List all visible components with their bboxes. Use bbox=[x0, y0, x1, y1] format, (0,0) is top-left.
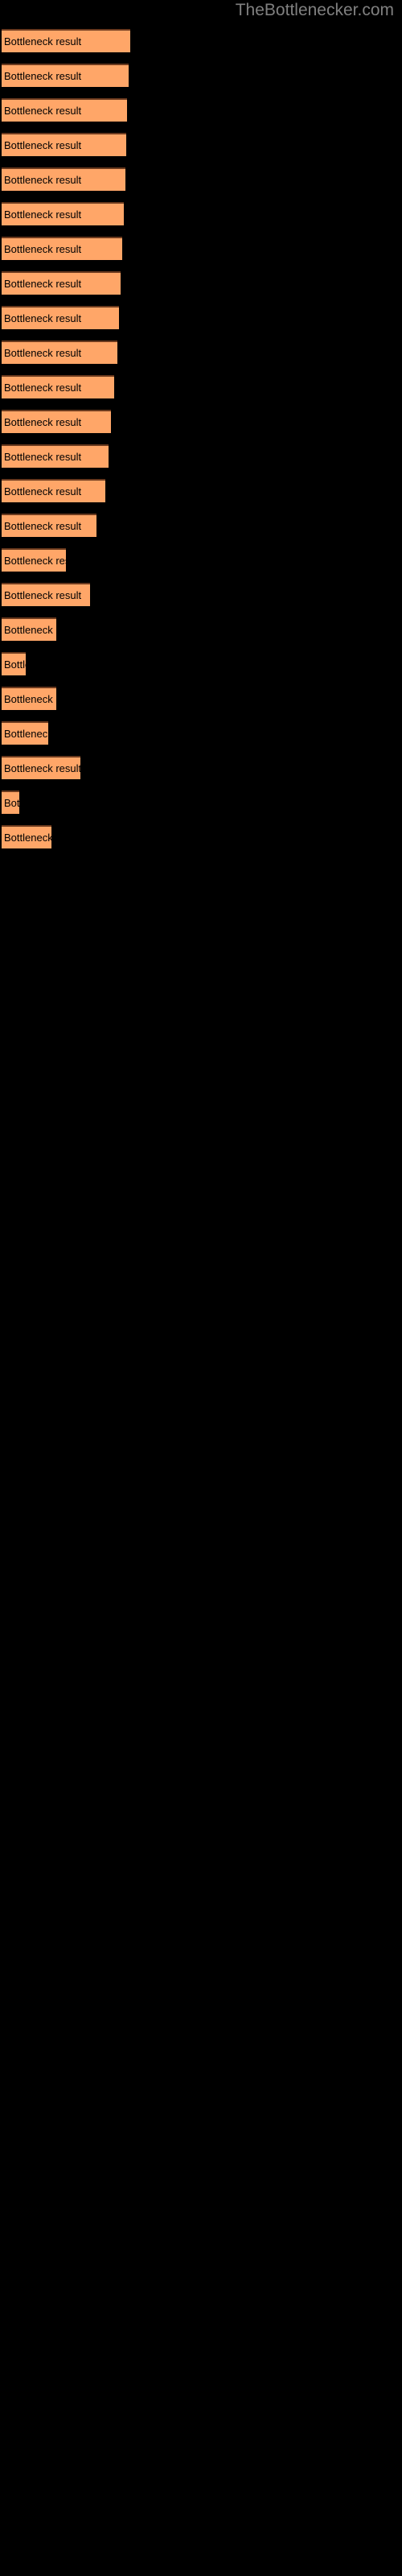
bar-label: Bottleneck result bbox=[4, 693, 56, 705]
bar-label: Bottleneck result bbox=[4, 174, 82, 186]
bar-label: Bottleneck result bbox=[4, 70, 82, 82]
bottleneck-result-bar[interactable]: Bottleneck result bbox=[2, 652, 26, 675]
bottleneck-result-bar[interactable]: Bottleneck result bbox=[2, 410, 111, 433]
bar-label: Bottleneck result bbox=[4, 347, 82, 359]
bar-row: Bottleneck result bbox=[0, 652, 402, 687]
bar-label: Bottleneck result bbox=[4, 624, 56, 636]
bar-label: Bottleneck result bbox=[4, 278, 82, 290]
bottleneck-bar-chart: Bottleneck result Bottleneck result Bottle… bbox=[0, 29, 402, 860]
bar-row: Bottleneck result bbox=[0, 306, 402, 341]
bottleneck-result-bar[interactable]: Bottleneck result bbox=[2, 271, 121, 295]
bar-row: Bottleneck result bbox=[0, 791, 402, 825]
bottleneck-result-bar[interactable]: Bottleneck result bbox=[2, 756, 80, 779]
bottleneck-result-bar[interactable]: Bottleneck result bbox=[2, 721, 48, 745]
bar-label: Bottleneck result bbox=[4, 797, 19, 809]
bar-label: Bottleneck result bbox=[4, 243, 82, 255]
bar-label: Bottleneck result bbox=[4, 485, 82, 497]
bar-row: Bottleneck result bbox=[0, 617, 402, 652]
bar-row: Bottleneck result bbox=[0, 687, 402, 721]
bar-row: Bottleneck result bbox=[0, 514, 402, 548]
bar-label: Bottleneck result bbox=[4, 728, 48, 740]
bottleneck-result-bar[interactable]: Bottleneck result bbox=[2, 29, 130, 52]
bar-label: Bottleneck result bbox=[4, 416, 82, 428]
page-root: TheBottlenecker.com Bottleneck result Bot… bbox=[0, 0, 402, 2576]
bar-label: Bottleneck result bbox=[4, 451, 82, 463]
bar-row: Bottleneck result bbox=[0, 825, 402, 860]
bottleneck-result-bar[interactable]: Bottleneck result bbox=[2, 514, 96, 537]
bottleneck-result-bar[interactable]: Bottleneck result bbox=[2, 583, 90, 606]
bar-label: Bottleneck result bbox=[4, 589, 82, 601]
bar-label: Bottleneck result bbox=[4, 312, 82, 324]
bar-row: Bottleneck result bbox=[0, 375, 402, 410]
bottleneck-result-bar[interactable]: Bottleneck result bbox=[2, 825, 51, 848]
bottleneck-result-bar[interactable]: Bottleneck result bbox=[2, 202, 124, 225]
bar-label: Bottleneck result bbox=[4, 832, 51, 844]
bar-row: Bottleneck result bbox=[0, 133, 402, 167]
site-title: TheBottlenecker.com bbox=[235, 1, 394, 19]
bar-label: Bottleneck result bbox=[4, 139, 82, 151]
bar-row: Bottleneck result bbox=[0, 756, 402, 791]
bar-label: Bottleneck result bbox=[4, 382, 82, 394]
bottleneck-result-bar[interactable]: Bottleneck result bbox=[2, 98, 127, 122]
bar-label: Bottleneck result bbox=[4, 105, 82, 117]
bottleneck-result-bar[interactable]: Bottleneck result bbox=[2, 375, 114, 398]
bar-label: Bottleneck result bbox=[4, 762, 80, 774]
bottleneck-result-bar[interactable]: Bottleneck result bbox=[2, 237, 122, 260]
bottleneck-result-bar[interactable]: Bottleneck result bbox=[2, 479, 105, 502]
bottleneck-result-bar[interactable]: Bottleneck result bbox=[2, 133, 126, 156]
bar-row: Bottleneck result bbox=[0, 64, 402, 98]
bar-row: Bottleneck result bbox=[0, 29, 402, 64]
bottleneck-result-bar[interactable]: Bottleneck result bbox=[2, 791, 19, 814]
bottleneck-result-bar[interactable]: Bottleneck result bbox=[2, 687, 56, 710]
bottleneck-result-bar[interactable]: Bottleneck result bbox=[2, 617, 56, 641]
bar-row: Bottleneck result bbox=[0, 548, 402, 583]
bar-row: Bottleneck result bbox=[0, 444, 402, 479]
bar-label: Bottleneck result bbox=[4, 35, 82, 47]
bar-row: Bottleneck result bbox=[0, 341, 402, 375]
bottleneck-result-bar[interactable]: Bottleneck result bbox=[2, 444, 109, 468]
bar-row: Bottleneck result bbox=[0, 583, 402, 617]
bottleneck-result-bar[interactable]: Bottleneck result bbox=[2, 341, 117, 364]
bottleneck-result-bar[interactable]: Bottleneck result bbox=[2, 167, 125, 191]
bar-row: Bottleneck result bbox=[0, 479, 402, 514]
bar-label: Bottleneck result bbox=[4, 555, 66, 567]
bar-label: Bottleneck result bbox=[4, 658, 26, 671]
bar-label: Bottleneck result bbox=[4, 520, 82, 532]
bottleneck-result-bar[interactable]: Bottleneck result bbox=[2, 548, 66, 572]
bottleneck-result-bar[interactable]: Bottleneck result bbox=[2, 306, 119, 329]
bar-row: Bottleneck result bbox=[0, 271, 402, 306]
bar-row: Bottleneck result bbox=[0, 98, 402, 133]
bar-row: Bottleneck result bbox=[0, 721, 402, 756]
bar-row: Bottleneck result bbox=[0, 410, 402, 444]
bar-row: Bottleneck result bbox=[0, 202, 402, 237]
bottleneck-result-bar[interactable]: Bottleneck result bbox=[2, 64, 129, 87]
bar-label: Bottleneck result bbox=[4, 208, 82, 221]
bar-row: Bottleneck result bbox=[0, 167, 402, 202]
bar-row: Bottleneck result bbox=[0, 237, 402, 271]
